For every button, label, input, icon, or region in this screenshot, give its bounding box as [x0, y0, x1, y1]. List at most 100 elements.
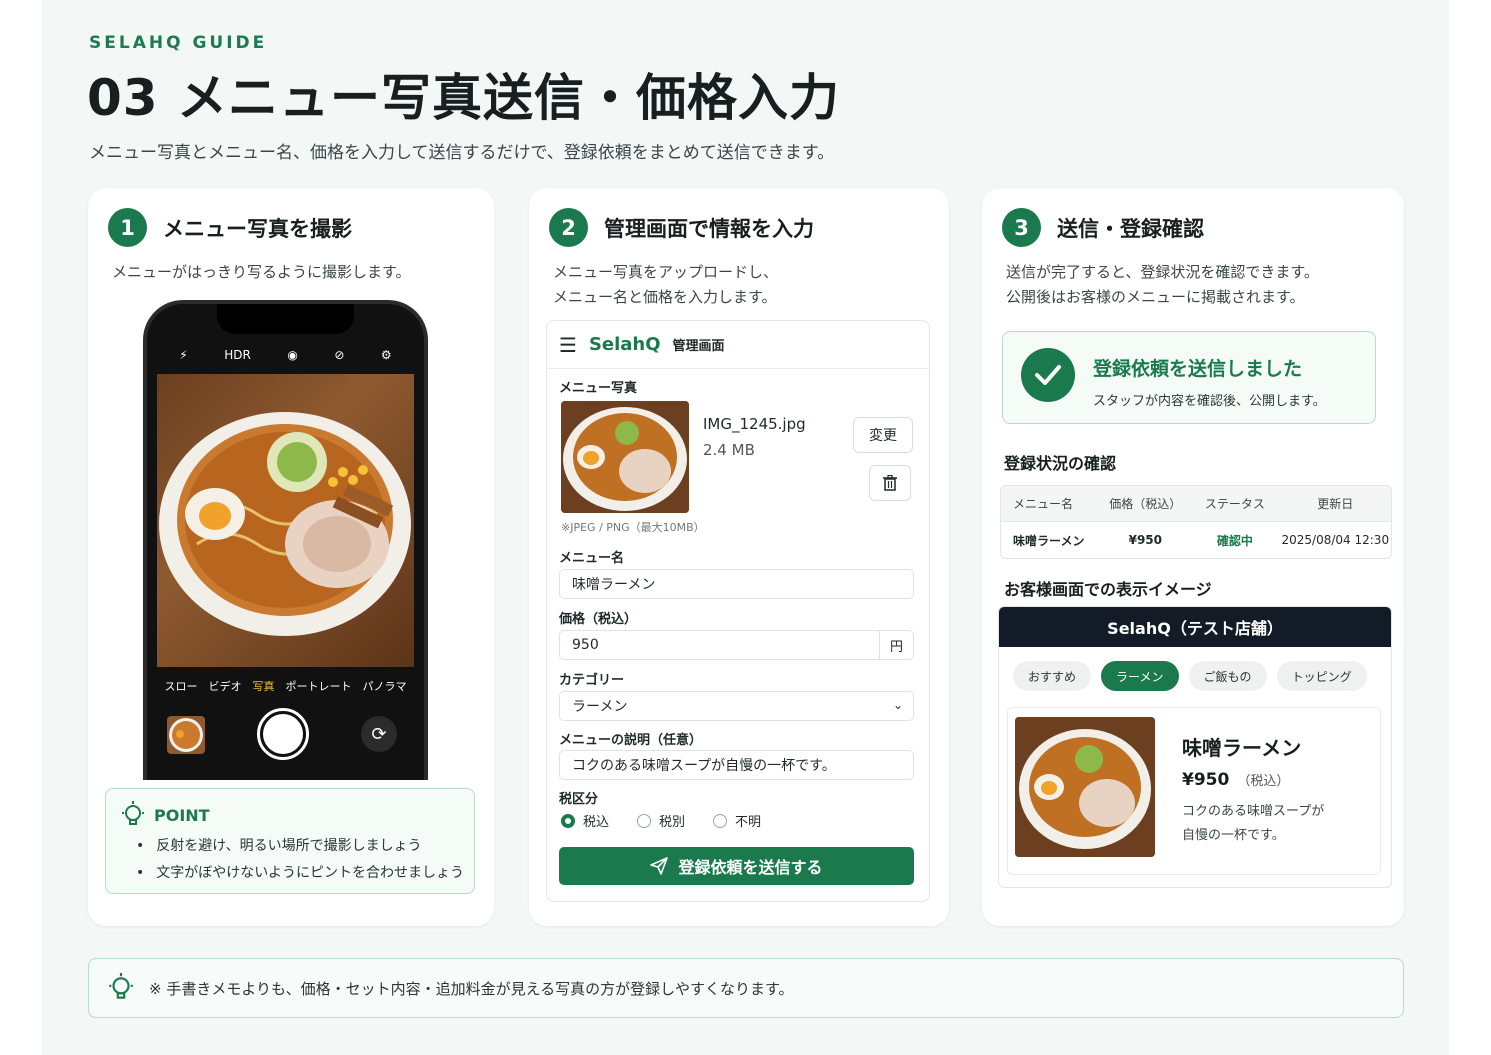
radio-unselected [637, 813, 652, 828]
hamburger-menu-icon[interactable]: ☰ [559, 333, 577, 357]
category-label: カテゴリー [559, 673, 625, 688]
table-cell: 味噌ラーメン [1013, 533, 1085, 548]
tax-option-excluded[interactable]: 税別 [637, 811, 685, 830]
point-header: POINT [120, 801, 210, 829]
step2-desc-line1: メニュー写真をアップロードし、 [553, 263, 779, 281]
price-input[interactable]: 950 円 [559, 630, 914, 660]
send-icon [650, 857, 669, 875]
price-value: 950 [572, 637, 599, 653]
customer-preview: SelahQ（テスト店舗） おすすめ ラーメン ご飯もの トッピング 味噌ラーメ… [998, 606, 1392, 888]
step3-number: 3 [1002, 208, 1041, 247]
table-header: 更新日 [1317, 497, 1354, 511]
menu-name-value: 味噌ラーメン [572, 577, 656, 593]
mode-photo[interactable]: 写真 [253, 678, 275, 694]
chip-recommended[interactable]: おすすめ [1013, 661, 1092, 691]
admin-brand: SelahQ [588, 334, 661, 355]
uploaded-photo-thumbnail [561, 401, 689, 513]
delete-photo-button[interactable] [869, 465, 911, 501]
menu-item-name: 味噌ラーメン [1182, 736, 1302, 760]
step3-header: 3 送信・登録確認 [1002, 208, 1204, 247]
point-box: POINT 反射を避け、明るい場所で撮影しましょう 文字がぼやけないようにピント… [105, 788, 475, 894]
tax-radio-group: 税込 税別 不明 [561, 811, 761, 830]
success-message: 登録依頼を送信しました スタッフが内容を確認後、公開します。 [1002, 331, 1376, 424]
step3-card: 3 送信・登録確認 送信が完了すると、登録状況を確認できます。 公開後はお客様の… [982, 188, 1404, 926]
mode-video[interactable]: ビデオ [209, 678, 242, 694]
category-chips: おすすめ ラーメン ご飯もの トッピング [1013, 661, 1367, 691]
hdr-label[interactable]: HDR [224, 348, 251, 362]
step1-number: 1 [108, 208, 147, 247]
phone-notch [217, 304, 354, 334]
admin-panel: ☰ SelahQ 管理画面 メニュー写真 IMG_1245.jpg 2.4 MB… [546, 320, 930, 902]
step2-desc: メニュー写真をアップロードし、 メニュー名と価格を入力します。 [553, 260, 778, 310]
camera-viewfinder [157, 374, 414, 667]
submit-request-button[interactable]: 登録依頼を送信する [559, 847, 914, 885]
tax-option-included[interactable]: 税込 [561, 811, 609, 830]
mode-portrait[interactable]: ポートレート [286, 678, 352, 694]
settings-gear-icon[interactable]: ⚙ [381, 348, 392, 362]
step1-card: 1 メニュー写真を撮影 メニューがはっきり写るように撮影します。 ⚡ HDR ◉… [88, 188, 494, 926]
menu-item-desc-line2: 自慢の一杯です。 [1182, 828, 1285, 843]
step3-desc-line1: 送信が完了すると、登録状況を確認できます。 [1006, 263, 1319, 281]
category-select[interactable]: ラーメン ⌄ [559, 691, 914, 721]
menu-item-image [1015, 717, 1155, 857]
chip-rice[interactable]: ご飯もの [1188, 661, 1267, 691]
success-sub: スタッフが内容を確認後、公開します。 [1093, 394, 1326, 409]
tax-option-label: 税別 [659, 815, 686, 830]
status-badge: 確認中 [1216, 533, 1253, 548]
shutter-button[interactable] [257, 708, 309, 760]
menu-name-input[interactable]: 味噌ラーメン [559, 569, 914, 599]
tax-option-label: 不明 [735, 815, 762, 830]
price-unit: 円 [879, 631, 913, 659]
table-header-row: メニュー名 価格（税込） ステータス 更新日 [1001, 486, 1391, 522]
step2-title: 管理画面で情報を入力 [604, 216, 814, 241]
step1-header: 1 メニュー写真を撮影 [108, 208, 352, 247]
preview-shop-bar: SelahQ（テスト店舗） [999, 607, 1391, 647]
step2-number: 2 [549, 208, 588, 247]
change-photo-button[interactable]: 変更 [853, 417, 913, 453]
footer-text: ※ 手書きメモよりも、価格・セット内容・追加料金が見える写真の方が登録しやすくな… [149, 979, 794, 998]
desc-label: メニューの説明（任意） [559, 733, 703, 748]
menu-item-tax: （税込） [1237, 774, 1290, 789]
last-photo-thumbnail[interactable] [167, 716, 205, 754]
step3-desc-line2: 公開後はお客様のメニューに掲載されます。 [1006, 288, 1305, 306]
mode-slow[interactable]: スロー [165, 678, 198, 694]
flip-camera-icon[interactable]: ⟳ [361, 716, 397, 752]
live-photo-icon[interactable]: ◉ [287, 348, 297, 362]
menu-item-desc: コクのある味噌スープが 自慢の一杯です。 [1182, 800, 1324, 848]
flash-icon[interactable]: ⚡ [179, 348, 187, 362]
point-label: POINT [154, 805, 210, 825]
name-label: メニュー名 [559, 551, 625, 566]
step2-header: 2 管理画面で情報を入力 [549, 208, 814, 247]
chip-toppings[interactable]: トッピング [1276, 661, 1367, 691]
submit-label: 登録依頼を送信する [678, 858, 823, 877]
table-header: 価格（税込） [1109, 497, 1182, 511]
description-value: コクのある味噌スープが自慢の一杯です。 [572, 758, 836, 774]
photo-label: メニュー写真 [559, 381, 638, 396]
chevron-down-icon: ⌄ [892, 698, 903, 712]
admin-brand-sub: 管理画面 [672, 339, 725, 354]
file-hint: ※JPEG / PNG（最大10MB） [561, 521, 705, 534]
page-subtitle: メニュー写真とメニュー名、価格を入力して送信するだけで、登録依頼をまとめて送信で… [89, 143, 835, 163]
live-off-icon[interactable]: ⊘ [334, 348, 344, 362]
status-section-title: 登録状況の確認 [1004, 454, 1117, 473]
table-cell: ¥950 [1128, 533, 1162, 547]
menu-item-price: ¥950 （税込） [1182, 770, 1289, 790]
step2-desc-line2: メニュー名と価格を入力します。 [553, 288, 777, 306]
success-title: 登録依頼を送信しました [1093, 358, 1303, 380]
page-title: 03 メニュー写真送信・価格入力 [87, 69, 840, 127]
lightbulb-icon [109, 973, 133, 999]
menu-item-price-value: ¥950 [1182, 770, 1230, 790]
menu-item-card[interactable]: 味噌ラーメン ¥950 （税込） コクのある味噌スープが 自慢の一杯です。 [1007, 707, 1381, 875]
status-table: メニュー名 価格（税込） ステータス 更新日 味噌ラーメン ¥950 確認中 2… [1000, 485, 1392, 559]
mode-panorama[interactable]: パノラマ [363, 678, 407, 694]
price-label: 価格（税込） [559, 612, 638, 627]
table-row[interactable]: 味噌ラーメン ¥950 確認中 2025/08/04 12:30 [1001, 522, 1391, 558]
check-circle-icon [1021, 348, 1075, 402]
admin-top-bar: ☰ SelahQ 管理画面 [547, 321, 929, 369]
tax-option-unknown[interactable]: 不明 [713, 811, 761, 830]
trash-icon [883, 475, 897, 491]
description-input[interactable]: コクのある味噌スープが自慢の一杯です。 [559, 750, 914, 780]
step2-card: 2 管理画面で情報を入力 メニュー写真をアップロードし、 メニュー名と価格を入力… [529, 188, 949, 926]
step3-title: 送信・登録確認 [1057, 216, 1204, 241]
chip-ramen[interactable]: ラーメン [1101, 661, 1179, 691]
